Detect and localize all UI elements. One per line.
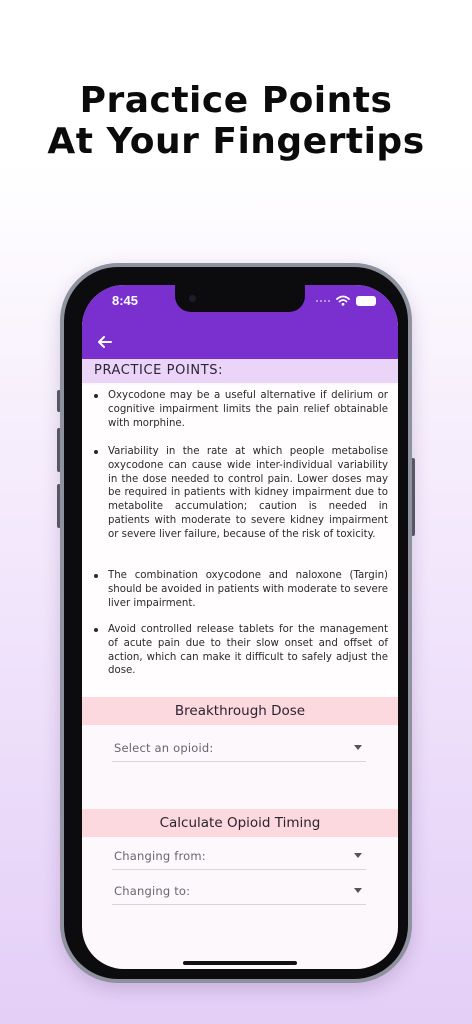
- practice-point-text: Variability in the rate at which people …: [108, 446, 388, 540]
- wifi-icon: [336, 295, 350, 306]
- battery-icon: [356, 295, 376, 306]
- chevron-down-icon: [354, 853, 362, 858]
- arrow-left-icon: [98, 336, 112, 348]
- practice-points-title: PRACTICE POINTS:: [94, 363, 224, 378]
- practice-point-text: The combination oxycodone and naloxone (…: [108, 570, 388, 609]
- practice-point-item: Variability in the rate at which people …: [94, 445, 388, 542]
- practice-point-item: Avoid controlled release tablets for the…: [94, 623, 388, 678]
- back-button[interactable]: [92, 329, 118, 355]
- bullet-dot: [94, 450, 98, 454]
- status-icons: [316, 295, 376, 306]
- bullet-dot: [94, 628, 98, 632]
- notch: [175, 285, 305, 312]
- opioid-timing-title: Calculate Opioid Timing: [159, 815, 321, 831]
- promo-headline-line1: Practice Points: [79, 80, 393, 121]
- chevron-down-icon: [354, 745, 362, 750]
- practice-point-item: The combination oxycodone and naloxone (…: [94, 569, 388, 610]
- chevron-down-icon: [354, 888, 362, 893]
- status-time: 8:45: [112, 293, 139, 308]
- bullet-dot: [94, 394, 98, 398]
- changing-to-dropdown[interactable]: Changing to:: [112, 882, 366, 905]
- home-indicator[interactable]: [183, 961, 297, 965]
- promo-headline-line2: At Your Fingertips: [47, 121, 425, 162]
- practice-point-item: Oxycodone may be a useful alternative if…: [94, 389, 388, 430]
- app-screen: 8:45 PRACTICE POINTS: Oxycodone may be a…: [82, 285, 398, 969]
- changing-to-label: Changing to:: [114, 884, 191, 898]
- select-opioid-label: Select an opioid:: [114, 741, 214, 755]
- opioid-timing-header: Calculate Opioid Timing: [82, 809, 398, 837]
- practice-point-text: Oxycodone may be a useful alternative if…: [108, 390, 388, 429]
- front-camera: [189, 295, 196, 302]
- changing-from-label: Changing from:: [114, 849, 206, 863]
- practice-points-header: PRACTICE POINTS:: [82, 359, 398, 383]
- breakthrough-dose-title: Breakthrough Dose: [174, 703, 306, 719]
- app-bar: 8:45: [82, 285, 398, 359]
- breakthrough-dose-header: Breakthrough Dose: [82, 697, 398, 725]
- signal-icon: [316, 299, 330, 302]
- practice-point-text: Avoid controlled release tablets for the…: [108, 624, 388, 677]
- bullet-dot: [94, 574, 98, 578]
- phone-frame: 8:45 PRACTICE POINTS: Oxycodone may be a…: [60, 263, 412, 983]
- phone-bezel: 8:45 PRACTICE POINTS: Oxycodone may be a…: [64, 267, 408, 979]
- changing-from-dropdown[interactable]: Changing from:: [112, 847, 366, 870]
- select-opioid-dropdown[interactable]: Select an opioid:: [112, 739, 366, 762]
